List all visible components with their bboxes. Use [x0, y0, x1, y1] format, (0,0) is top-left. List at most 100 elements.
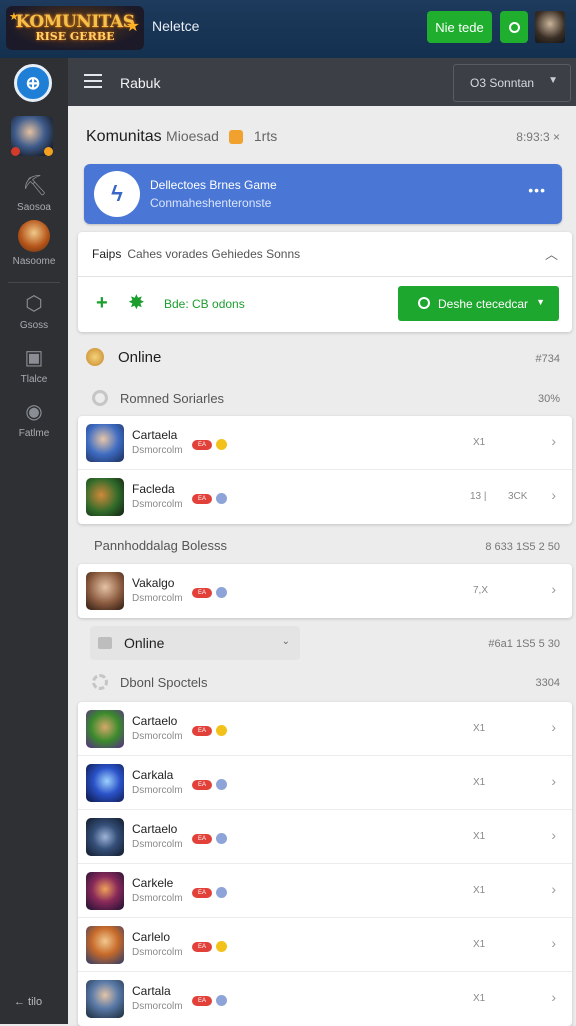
online-dropdown-count: #6a1 1S5 5 30 — [488, 638, 560, 650]
group-label: Pannhoddalag Bolesss — [94, 538, 227, 553]
chevron-right-icon[interactable]: › — [551, 719, 556, 735]
group-label: Dbonl Spoctels — [120, 674, 208, 690]
filter-link[interactable]: Bde: CB odons — [164, 297, 245, 311]
list-item[interactable]: Carlelo Dsmorcolm EA X1 › — [78, 918, 572, 972]
filter-title[interactable]: Faips Cahes vorades Gehiedes Sonns — [92, 247, 300, 261]
group-header[interactable]: Pannhoddalag Bolesss — [94, 538, 227, 553]
chevron-right-icon[interactable]: › — [551, 881, 556, 897]
sidebar-item-label: Gsoss — [19, 320, 49, 331]
filter-value: Cahes vorades Gehiedes Sonns — [127, 247, 301, 261]
game-meta: 7,X — [473, 585, 489, 596]
online-dropdown[interactable]: Online ⌄ — [90, 626, 300, 660]
sidebar-item-1[interactable]: Nasoome — [0, 220, 68, 267]
status-dot — [216, 833, 227, 844]
group-count: 8 633 1S5 2 50 — [485, 541, 560, 553]
game-name: Cartaela — [132, 428, 178, 442]
ring-icon — [92, 390, 108, 406]
list-item[interactable]: Cartala Dsmorcolm EA X1 › — [78, 972, 572, 1026]
game-meta: X1 — [473, 885, 486, 896]
star-icon[interactable]: ✸ — [128, 290, 145, 315]
sidebar-item-4[interactable]: ◉ Fatlme — [0, 400, 68, 439]
filter-action-label: Deshe ctecedcar — [438, 296, 529, 311]
game-thumbnail — [86, 926, 124, 964]
game-meta: X1 — [473, 831, 486, 842]
game-sub: Dsmorcolm — [132, 893, 183, 904]
top-action-button[interactable]: Nie tede — [427, 11, 492, 43]
list-item[interactable]: Cartaelo Dsmorcolm EA X1 › — [78, 702, 572, 756]
collapse-sidebar-button[interactable]: ← tilo — [14, 996, 42, 1008]
game-sub: Dsmorcolm — [132, 947, 183, 958]
app-logo[interactable]: ★ KOMUNITAS RISE GERBE ★ — [6, 6, 144, 50]
game-name: Cartaelo — [132, 822, 178, 836]
list-item[interactable]: Carkala Dsmorcolm EA X1 › — [78, 756, 572, 810]
status-badge: EA — [192, 780, 212, 790]
status-badge: EA — [192, 440, 212, 450]
app-home-icon[interactable]: ⊕ — [14, 64, 52, 102]
subheader-right[interactable]: 8:93:3 × — [516, 130, 560, 144]
chevron-right-icon[interactable]: › — [551, 935, 556, 951]
online-count: #734 — [535, 353, 560, 365]
game-extra: 13 | — [470, 491, 487, 502]
list-item[interactable]: Cartaela Dsmorcolm EA X1 › — [78, 416, 572, 470]
game-meta: 3CK — [508, 491, 528, 502]
filter-action-button[interactable]: Deshe ctecedcar ▼ — [398, 286, 559, 321]
game-name: Carkele — [132, 876, 174, 890]
top-icon-button[interactable] — [500, 11, 528, 43]
game-sub: Dsmorcolm — [132, 499, 183, 510]
chevron-right-icon[interactable]: › — [551, 487, 556, 503]
status-dot — [216, 587, 227, 598]
game-thumbnail — [86, 710, 124, 748]
user-avatar[interactable] — [535, 11, 565, 43]
group-count: 30% — [537, 393, 560, 405]
circle-icon — [508, 21, 520, 33]
sidebar-item-label: Tlalce — [20, 374, 48, 385]
handshake-icon: ⬡ — [25, 293, 43, 315]
star-icon: ★ — [9, 11, 19, 23]
game-banner[interactable]: ϟ Dellectoes Brnes Game Conmaheshenteron… — [84, 164, 562, 224]
game-thumbnail — [86, 424, 124, 462]
more-icon[interactable]: ••• — [528, 182, 546, 198]
subheader-title: Komunitas — [86, 128, 162, 145]
top-title: Neletce — [152, 18, 200, 34]
badge-icon — [229, 129, 244, 144]
add-icon[interactable]: + — [96, 292, 108, 315]
divider — [8, 282, 60, 283]
menu-icon[interactable] — [84, 74, 102, 88]
status-badge: EA — [192, 834, 212, 844]
list-item[interactable]: Facleda Dsmorcolm EA 13 | 3CK › — [78, 470, 572, 524]
sidebar-avatar[interactable] — [11, 116, 53, 156]
game-name: Cartala — [132, 984, 171, 998]
group-count: 3304 — [535, 677, 560, 689]
chevron-right-icon[interactable]: › — [551, 433, 556, 449]
chevron-right-icon[interactable]: › — [551, 581, 556, 597]
cap-icon: ⛏ — [22, 175, 48, 197]
sidebar-item-label: Saosoa — [17, 202, 51, 213]
avatar-icon — [18, 220, 50, 252]
main-content: Komunitas Mioesad 1rts 8:93:3 × ϟ Dellec… — [68, 106, 576, 1026]
divider — [78, 276, 572, 277]
subheader-count: 1rts — [253, 128, 278, 144]
subheader-muted: Mioesad — [166, 128, 219, 144]
sidebar-item-3[interactable]: ▣ Tlalce — [0, 346, 68, 385]
status-badge: EA — [192, 888, 212, 898]
list-item[interactable]: Vakalgo Dsmorcolm EA 7,X › — [78, 564, 572, 618]
group-header[interactable]: Dbonl Spoctels — [92, 674, 207, 690]
sidebar-item-0[interactable]: ⛏ Saosoa — [0, 174, 68, 213]
subheader: Komunitas Mioesad 1rts — [86, 128, 277, 146]
chevron-right-icon[interactable]: › — [551, 989, 556, 1005]
online-dropdown-label: Online — [124, 635, 165, 651]
chevron-up-icon[interactable]: ︿ — [545, 244, 558, 263]
chevron-right-icon[interactable]: › — [551, 827, 556, 843]
sidebar-item-2[interactable]: ⬡ Gsoss — [0, 292, 68, 331]
game-meta: X1 — [473, 777, 486, 788]
sidebar: ⊕ ⛏ Saosoa Nasoome ⬡ Gsoss ▣ Tlalce ◉ Fa… — [0, 58, 68, 1024]
game-thumbnail — [86, 764, 124, 802]
online-section-header[interactable]: Online — [86, 348, 161, 366]
online-icon — [86, 348, 104, 366]
header-dropdown[interactable]: O3 Sonntan ▼ — [453, 64, 571, 102]
list-item[interactable]: Carkele Dsmorcolm EA X1 › — [78, 864, 572, 918]
list-item[interactable]: Cartaelo Dsmorcolm EA X1 › — [78, 810, 572, 864]
chevron-right-icon[interactable]: › — [551, 773, 556, 789]
game-sub: Dsmorcolm — [132, 785, 183, 796]
group-header[interactable]: Romned Soriarles — [92, 390, 224, 406]
